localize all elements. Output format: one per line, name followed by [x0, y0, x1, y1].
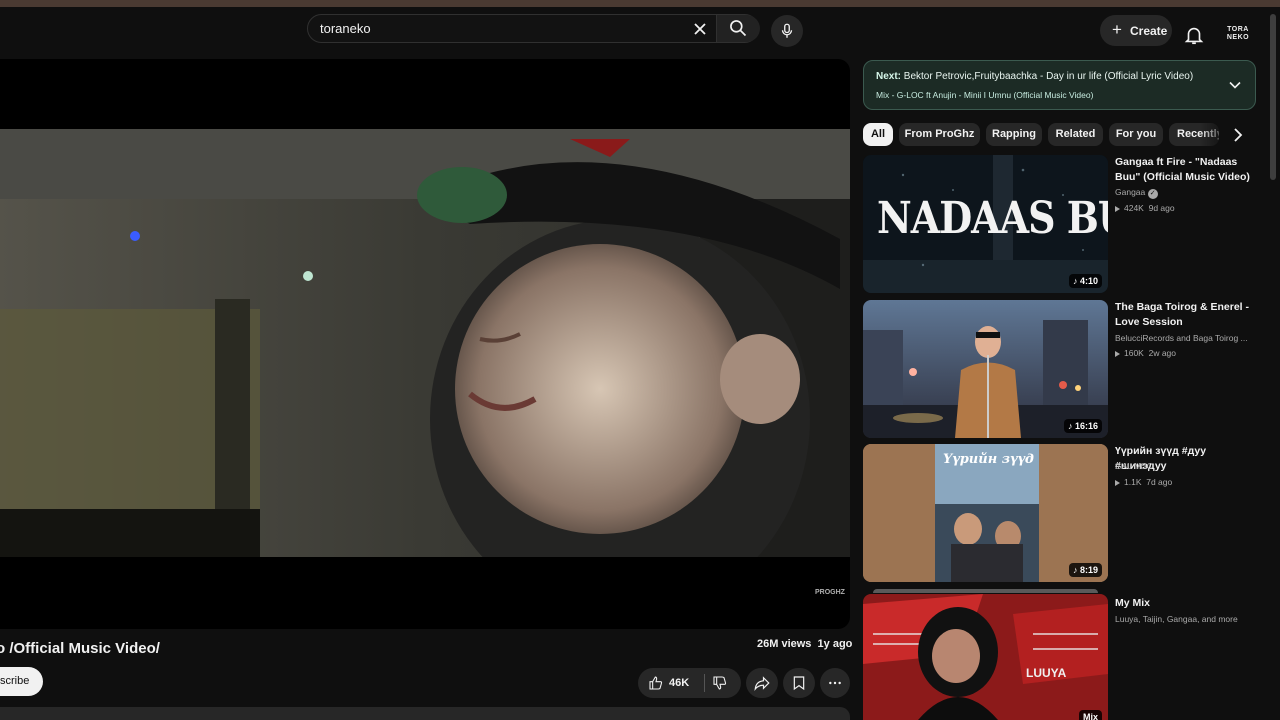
subscribe-label: scribe [0, 675, 30, 687]
related-meta: 1.1K 7d ago [1115, 477, 1172, 487]
like-dislike-group: 46K [638, 668, 741, 698]
window-top-bar [0, 0, 1280, 7]
music-note-icon: ♪ [1072, 565, 1078, 575]
video-frame[interactable] [0, 129, 850, 557]
related-channel[interactable]: Gangaa ✓ [1115, 187, 1158, 199]
up-next-title-line: Next: Bektor Petrovic,Fruitybaachka - Da… [876, 71, 1193, 82]
up-next-prefix: Next: [876, 71, 902, 82]
chip-fade [1200, 121, 1228, 149]
create-label: Create [1130, 24, 1168, 38]
share-icon [754, 676, 770, 691]
share-button[interactable] [746, 668, 778, 698]
up-next-title: Bektor Petrovic,Fruitybaachka - Day in u… [903, 71, 1194, 82]
thumbnail-caption: Үүрийн зүүд [943, 452, 1034, 467]
save-icon [793, 676, 805, 691]
chip-all[interactable]: All [863, 123, 893, 146]
related-views: 424K [1124, 203, 1144, 213]
masthead: toraneko + Create TORA NEKO [0, 7, 1280, 53]
search-icon [730, 20, 747, 37]
views-text: 26M views [757, 638, 812, 650]
up-next-panel[interactable]: Next: Bektor Petrovic,Fruitybaachka - Da… [863, 60, 1256, 110]
channel-name: Gangaa [1115, 187, 1146, 197]
related-meta: 424K 9d ago [1115, 203, 1175, 213]
voice-search-button[interactable] [771, 15, 803, 47]
search-input[interactable]: toraneko [320, 21, 371, 36]
plus-icon: + [1112, 20, 1122, 39]
create-button[interactable]: + Create [1100, 15, 1172, 46]
verified-icon: ✓ [1147, 189, 1158, 199]
subscribe-button[interactable]: scribe [0, 667, 43, 696]
chip-related[interactable]: Related [1048, 123, 1103, 146]
thumbnail[interactable]: NADAAS BUU ♪ 4:10 [863, 155, 1108, 293]
duration-badge: ♪ 8:19 [1068, 563, 1102, 577]
views-icon [1115, 479, 1120, 486]
mix-stack [873, 589, 1098, 593]
more-icon [829, 681, 841, 685]
video-title: o /Official Music Video/ [0, 640, 160, 657]
related-channel[interactable]: Luuya, Taijin, Gangaa, and more [1115, 614, 1238, 624]
microphone-icon [781, 23, 793, 38]
duration-text: 8:19 [1079, 565, 1098, 575]
like-count[interactable]: 46K [669, 677, 689, 689]
duration-badge: Mix [1078, 710, 1102, 720]
related-title[interactable]: My Mix [1115, 596, 1260, 611]
description-box[interactable] [0, 707, 850, 720]
thumbs-up-icon[interactable] [648, 675, 664, 691]
thumbnail-caption: NADAAS BUU [877, 191, 1108, 244]
related-channel[interactable]: GAL MSC [1115, 461, 1153, 471]
thumbnail[interactable]: LUUYA Mix [863, 594, 1108, 720]
related-channel[interactable]: BelucciRecords and Baga Toirog ... [1115, 333, 1248, 343]
up-next-subtitle: Mix - G-LOC ft Anujin - Minii I Umnu (Of… [876, 90, 1094, 100]
related-title[interactable]: Gangaa ft Fire - "Nadaas Buu" (Official … [1115, 155, 1260, 185]
upload-age: 1y ago [817, 638, 853, 650]
related-age: 9d ago [1148, 203, 1175, 213]
duration-text: 16:16 [1074, 421, 1098, 431]
chip-from-proghz[interactable]: From ProGhz [899, 123, 980, 146]
chevron-down-icon[interactable] [1228, 78, 1242, 92]
chip-for-you[interactable]: For you [1109, 123, 1163, 146]
save-button[interactable] [783, 668, 815, 698]
video-player[interactable]: PROGHZ [0, 59, 850, 629]
chip-rapping[interactable]: Rapping [986, 123, 1042, 146]
duration-badge: ♪ 4:10 [1068, 274, 1102, 288]
thumbnail[interactable]: ♪ 16:16 [863, 300, 1108, 438]
divider [704, 674, 705, 692]
music-note-icon: ♪ [1072, 276, 1078, 286]
channel-watermark: PROGHZ [815, 589, 845, 596]
related-views: 1.1K [1124, 477, 1142, 487]
duration-text: 4:10 [1079, 276, 1098, 286]
more-actions-button[interactable] [820, 668, 850, 698]
thumbnail-art [863, 300, 1108, 438]
bell-icon[interactable] [1183, 24, 1205, 46]
chevron-right-icon[interactable] [1228, 125, 1248, 145]
thumbnail-caption: LUUYA [1026, 666, 1067, 680]
views-icon [1115, 205, 1120, 212]
scrollbar[interactable] [1270, 14, 1276, 180]
related-meta: 160K 2w ago [1115, 348, 1176, 358]
clear-icon[interactable] [690, 19, 710, 39]
view-count: 26M views 1y ago [757, 638, 852, 650]
thumbnail[interactable]: Үүрийн зүүд ♪ 8:19 [863, 444, 1108, 582]
search-box[interactable]: toraneko [307, 14, 760, 43]
views-icon [1115, 350, 1120, 357]
music-note-icon: ♪ [1067, 421, 1073, 431]
duration-text: Mix [1082, 712, 1098, 720]
related-age: 7d ago [1146, 477, 1173, 487]
related-title[interactable]: The Baga Toirog & Enerel - Love Session [1115, 300, 1260, 330]
search-button[interactable] [716, 15, 760, 42]
thumbnail-art [863, 594, 1108, 720]
thumbs-down-icon[interactable] [712, 675, 728, 691]
duration-badge: ♪ 16:16 [1063, 419, 1102, 433]
related-views: 160K [1124, 348, 1144, 358]
related-age: 2w ago [1148, 348, 1177, 358]
avatar[interactable]: TORA NEKO [1225, 26, 1251, 46]
